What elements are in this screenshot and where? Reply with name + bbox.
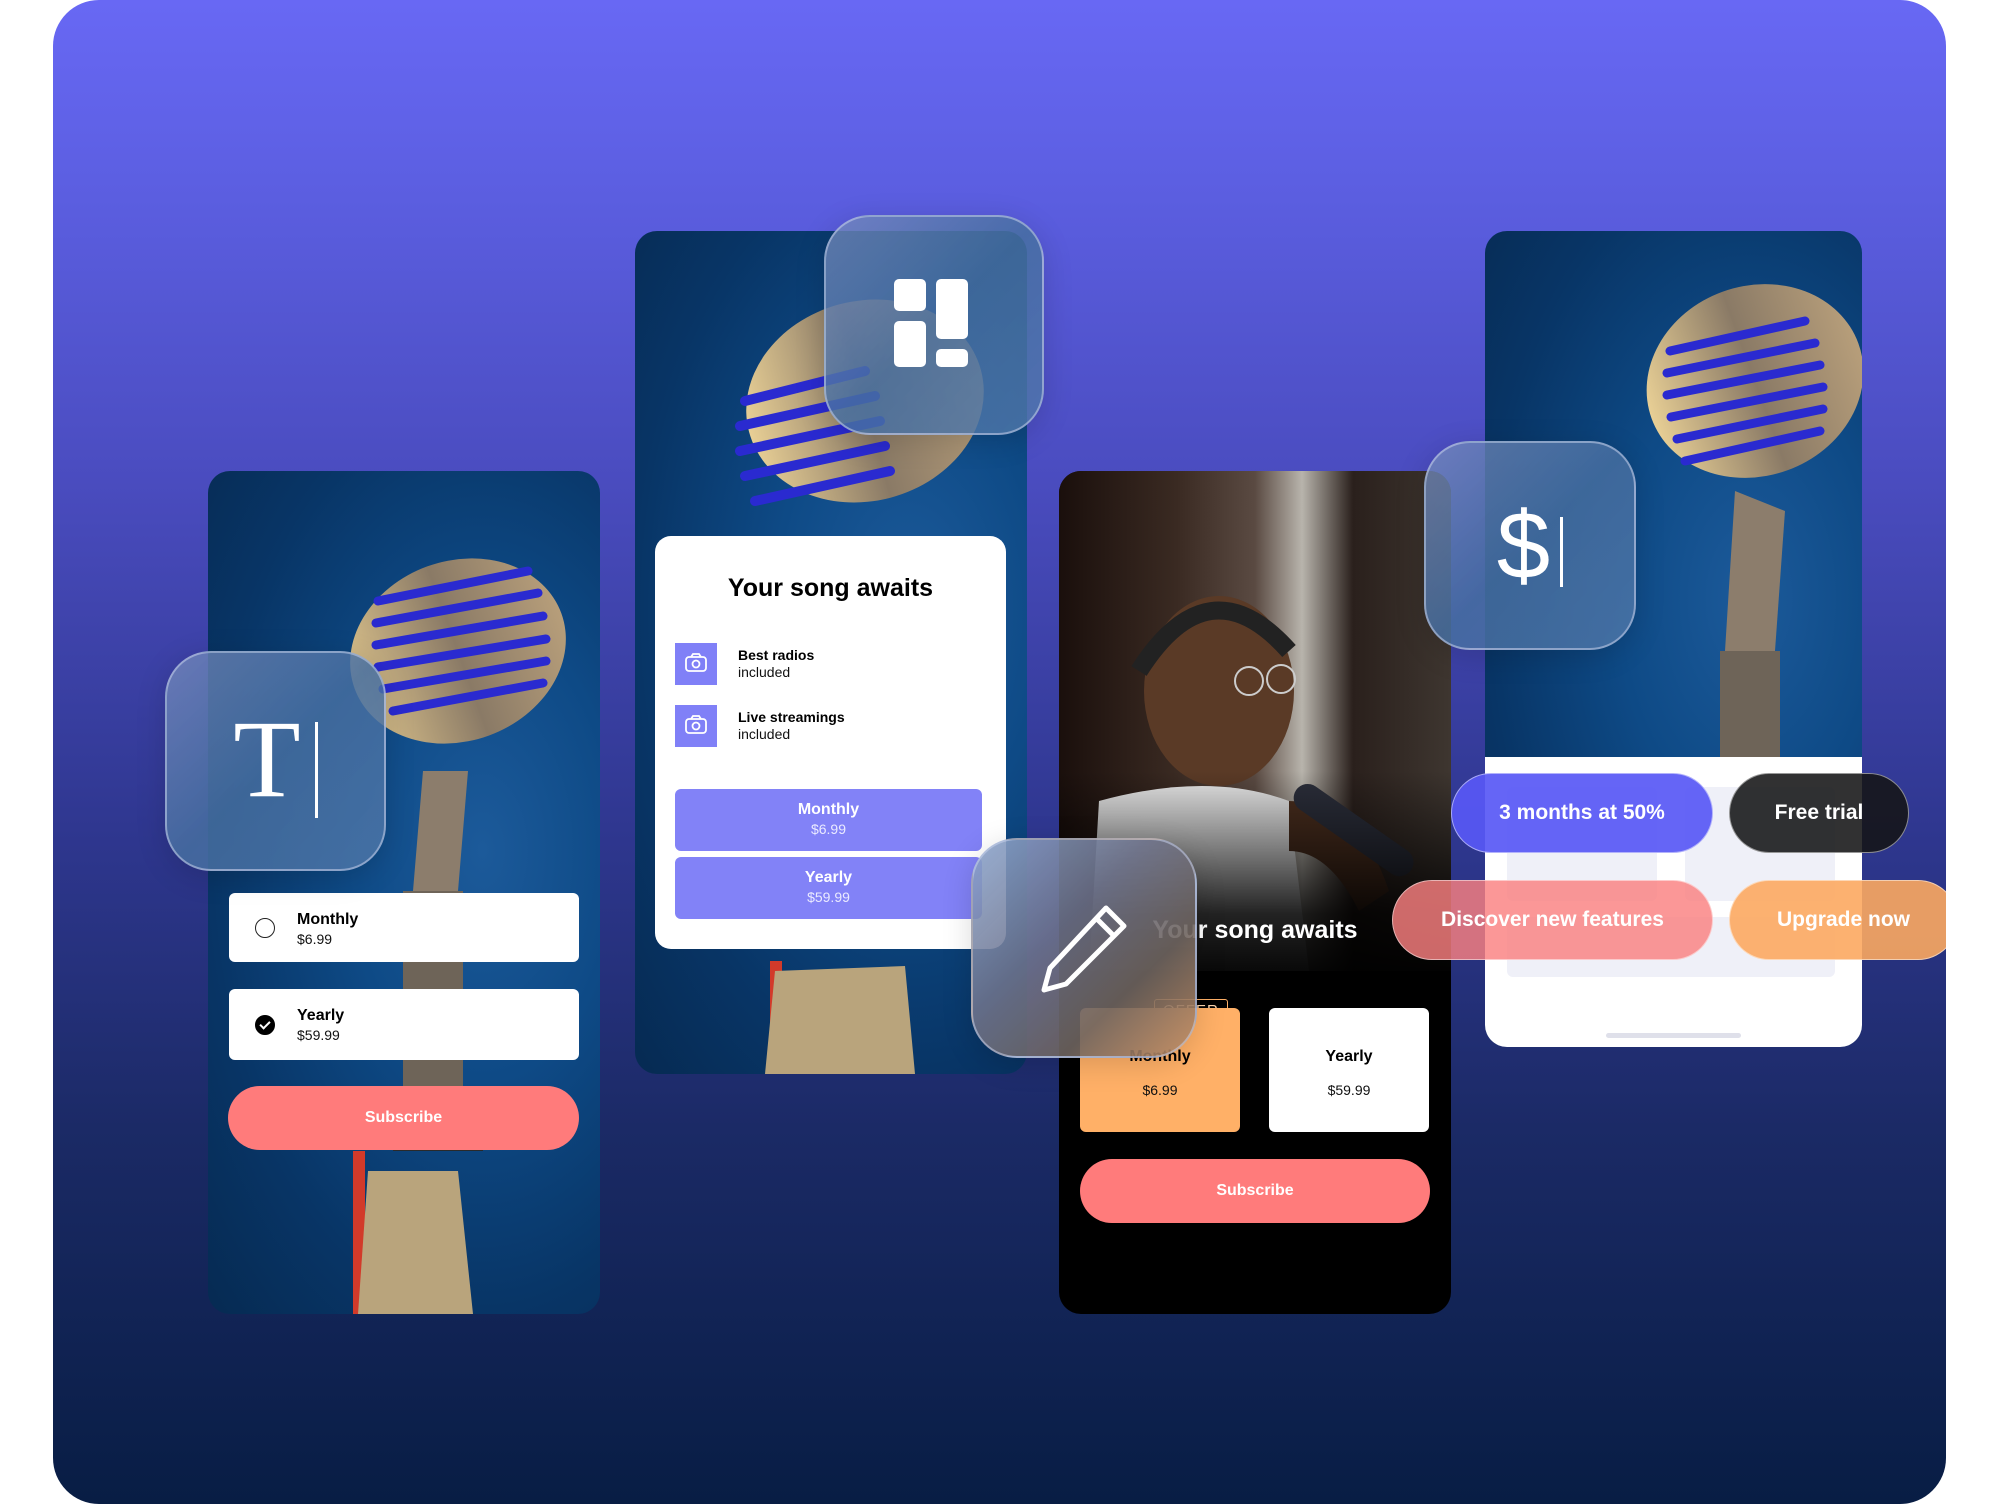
subscribe-button[interactable]: Subscribe bbox=[1080, 1159, 1430, 1223]
feature-label: Live streamings bbox=[738, 709, 845, 725]
feature-item: Best radios included bbox=[675, 643, 995, 685]
camera-icon bbox=[675, 643, 717, 685]
home-indicator bbox=[1606, 1033, 1741, 1038]
plan-option-monthly[interactable]: Monthly $6.99 bbox=[229, 893, 579, 962]
plan-name: Yearly bbox=[1325, 1048, 1373, 1065]
radio-unchecked-icon[interactable] bbox=[255, 917, 275, 938]
background-canvas: Monthly $6.99 Yearly $59.99 Subscribe Yo… bbox=[53, 0, 1946, 1504]
layout-tool-tile[interactable] bbox=[824, 215, 1044, 435]
radio-checked-icon[interactable] bbox=[255, 1014, 275, 1035]
plan-button-yearly[interactable]: Yearly $59.99 bbox=[675, 857, 982, 919]
subscription-sheet: Your song awaits Best radios included Li… bbox=[655, 536, 1006, 949]
promo-pill-upgrade[interactable]: Upgrade now bbox=[1729, 880, 1946, 960]
sheet-title: Your song awaits bbox=[727, 574, 934, 602]
plan-name: Monthly bbox=[797, 801, 860, 818]
plan-card-yearly[interactable]: Yearly $59.99 bbox=[1269, 1008, 1429, 1132]
plan-price: $59.99 bbox=[807, 889, 850, 905]
plan-price: $6.99 bbox=[810, 821, 847, 837]
layout-grid-icon bbox=[894, 279, 968, 367]
feature-label: Best radios bbox=[738, 647, 815, 663]
plan-price: $6.99 bbox=[297, 931, 333, 947]
pricing-tool-tile[interactable]: $ bbox=[1424, 441, 1636, 650]
paywall-screen-radio: Monthly $6.99 Yearly $59.99 Subscribe bbox=[208, 471, 600, 1314]
plan-name: Yearly bbox=[804, 869, 853, 886]
camera-icon bbox=[675, 705, 717, 747]
dollar-cursor-icon: $ bbox=[1497, 497, 1564, 594]
subscribe-button[interactable]: Subscribe bbox=[228, 1086, 579, 1150]
promo-pill-free-trial[interactable]: Free trial bbox=[1729, 773, 1909, 853]
plan-name: Monthly bbox=[297, 911, 359, 928]
edit-tool-tile[interactable] bbox=[971, 838, 1197, 1058]
plan-price: $59.99 bbox=[1327, 1082, 1371, 1098]
text-cursor-icon: T bbox=[233, 704, 318, 819]
plan-price: $6.99 bbox=[1142, 1082, 1178, 1098]
plan-option-yearly[interactable]: Yearly $59.99 bbox=[229, 989, 579, 1060]
pencil-icon bbox=[1041, 905, 1127, 993]
feature-item: Live streamings included bbox=[675, 705, 995, 747]
promo-pill-discover[interactable]: Discover new features bbox=[1392, 880, 1713, 960]
plan-price: $59.99 bbox=[297, 1027, 340, 1043]
plan-button-monthly[interactable]: Monthly $6.99 bbox=[675, 789, 982, 851]
plan-name: Yearly bbox=[297, 1007, 345, 1024]
feature-sub: included bbox=[738, 726, 791, 742]
feature-sub: included bbox=[738, 664, 791, 680]
promo-pill-discount[interactable]: 3 months at 50% bbox=[1451, 773, 1713, 853]
text-tool-tile[interactable]: T bbox=[165, 651, 386, 871]
